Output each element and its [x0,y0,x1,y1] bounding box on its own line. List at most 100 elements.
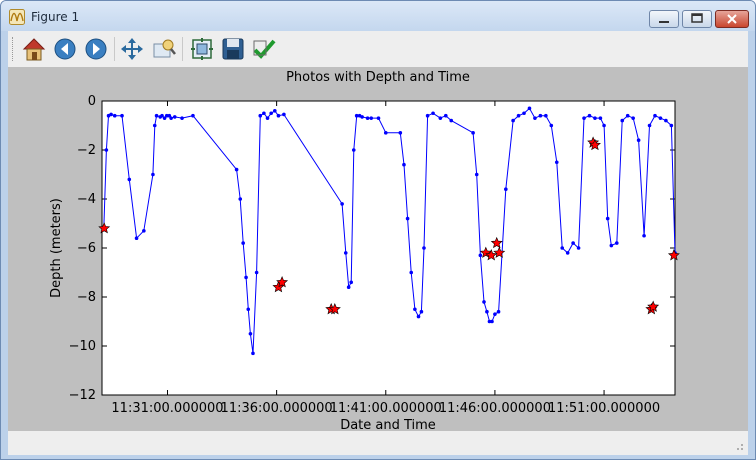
x-axis-label: Date and Time [340,418,436,431]
depth-point [248,331,253,336]
depth-point [152,123,157,128]
depth-point [346,285,351,289]
edit-button[interactable] [250,35,278,63]
resize-grip-icon[interactable] [734,441,744,451]
minimize-button[interactable] [649,10,679,28]
depth-point [471,131,475,135]
depth-point [127,177,132,182]
depth-point [538,113,543,118]
y-tick-label: −10 [69,339,96,354]
toolbar-grip[interactable] [12,37,16,61]
y-axis-label: Depth (meters) [49,198,64,298]
depth-point [416,314,421,319]
depth-point [560,246,565,250]
depth-point [449,118,454,123]
toolbar-separator [182,37,183,61]
depth-point [554,160,559,165]
depth-point [376,116,381,120]
x-tick-label: 11:41:00.000000 [330,401,442,416]
depth-point [425,113,430,118]
depth-point [234,167,239,172]
depth-point [409,270,414,275]
depth-point [516,113,521,118]
depth-point [431,111,435,116]
depth-point [587,113,592,118]
forward-button[interactable] [82,35,110,63]
depth-point [576,246,581,250]
depth-point [482,300,486,304]
depth-point [273,109,277,113]
checkmark-icon [253,39,276,59]
depth-point [642,233,646,238]
depth-point [134,236,139,240]
y-tick-label: −8 [77,290,96,305]
depth-point [142,229,146,233]
y-tick-label: −4 [77,192,96,207]
navigation-toolbar [8,31,748,68]
figure-window: Figure 1 Photos with Depth and Time Date… [0,0,756,460]
depth-point [474,172,479,177]
x-tick-label: 11:36:00.000000 [221,401,333,416]
depth-point [246,307,251,312]
x-tick-label: 11:31:00.000000 [111,401,223,416]
depth-point [254,270,259,275]
status-bar [8,431,748,455]
depth-point [282,112,286,117]
move-arrows-icon [121,38,143,60]
y-tick-label: −12 [69,388,96,403]
depth-point [112,113,117,118]
save-button[interactable] [219,35,247,63]
depth-point [664,118,668,123]
depth-point [419,309,424,314]
depth-point [413,307,417,312]
y-tick-label: 0 [88,94,96,109]
zoom-button[interactable] [150,35,178,63]
depth-point [365,116,370,120]
depth-point [269,111,273,116]
depth-point [340,202,344,206]
close-button[interactable] [715,10,749,28]
depth-point [191,113,195,118]
depth-point [625,113,630,118]
x-tick-label: 11:51:00.000000 [548,401,660,416]
pan-button[interactable] [118,35,146,63]
depth-point [582,116,586,120]
depth-point [265,116,270,120]
depth-point [169,116,173,120]
depth-point [493,312,497,316]
depth-point [669,123,674,128]
subplots-button[interactable] [188,35,216,63]
title-bar[interactable]: Figure 1 [1,1,755,31]
depth-point [609,243,614,248]
back-button[interactable] [51,35,79,63]
depth-point [504,187,508,191]
depth-time-chart[interactable]: Photos with Depth and Time Date and Time… [8,67,748,433]
depth-point [485,309,489,314]
depth-point [522,111,526,116]
depth-point [405,216,410,221]
depth-point [565,251,570,255]
depth-point [262,111,266,116]
arrow-right-icon [85,38,107,60]
depth-point [402,162,406,167]
depth-point [444,113,448,118]
depth-point [343,251,348,255]
depth-point [636,138,641,142]
home-button[interactable] [20,35,48,63]
depth-point [614,241,619,245]
depth-point [104,148,109,152]
depth-point [120,113,124,118]
depth-point [598,116,603,120]
depth-point [620,118,625,123]
depth-point [549,123,554,128]
maximize-button[interactable] [682,10,712,28]
depth-point [258,113,263,118]
depth-point [422,246,426,250]
depth-point [533,116,537,120]
x-tick-label: 11:46:00.000000 [439,401,551,416]
y-tick-label: −6 [77,241,96,256]
depth-point [490,319,494,324]
figure-canvas[interactable]: Photos with Depth and Time Date and Time… [8,67,748,433]
depth-point [658,116,663,120]
subplots-icon [191,38,213,60]
